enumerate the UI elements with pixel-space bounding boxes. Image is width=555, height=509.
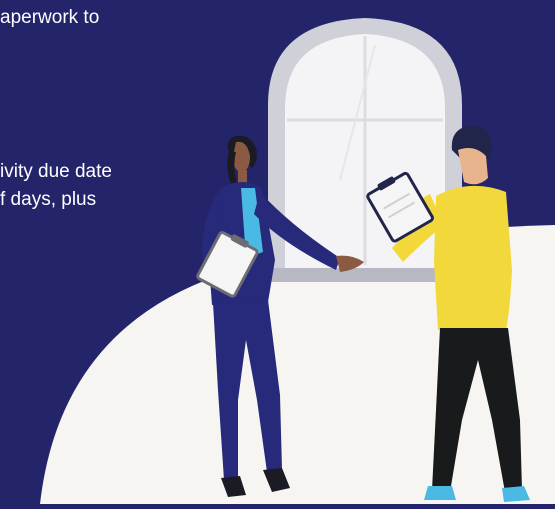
body-text-line-3: f days, plus bbox=[0, 189, 97, 210]
body-text-line-2: ivity due date bbox=[0, 161, 112, 182]
body-text-line-1: aperwork to bbox=[0, 7, 100, 28]
illustration-canvas bbox=[0, 0, 555, 504]
